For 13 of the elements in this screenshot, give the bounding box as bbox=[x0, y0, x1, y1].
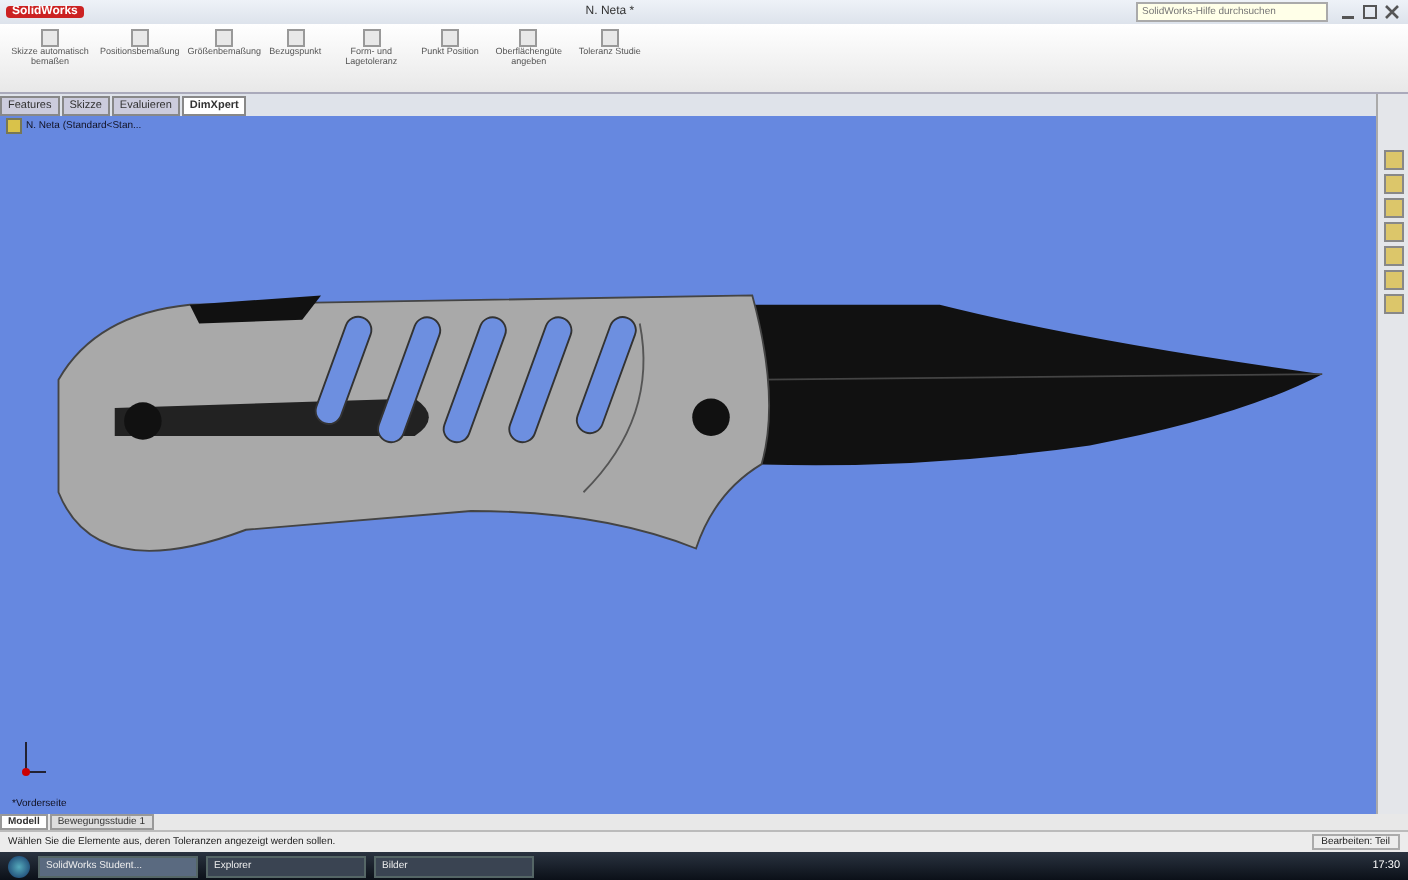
part-icon bbox=[6, 118, 22, 134]
maximize-icon[interactable] bbox=[1362, 3, 1380, 21]
tool-icon bbox=[518, 28, 539, 48]
tool-icon bbox=[361, 28, 382, 48]
close-icon[interactable] bbox=[1384, 3, 1402, 21]
start-button[interactable] bbox=[8, 855, 30, 877]
tool-icon bbox=[285, 28, 306, 48]
tool-icon bbox=[214, 28, 235, 48]
tool-icon bbox=[40, 28, 60, 48]
tool-icon bbox=[439, 28, 460, 48]
tool-icon bbox=[599, 28, 620, 48]
axis-triad-icon bbox=[20, 738, 48, 778]
tool-icon bbox=[129, 28, 150, 48]
